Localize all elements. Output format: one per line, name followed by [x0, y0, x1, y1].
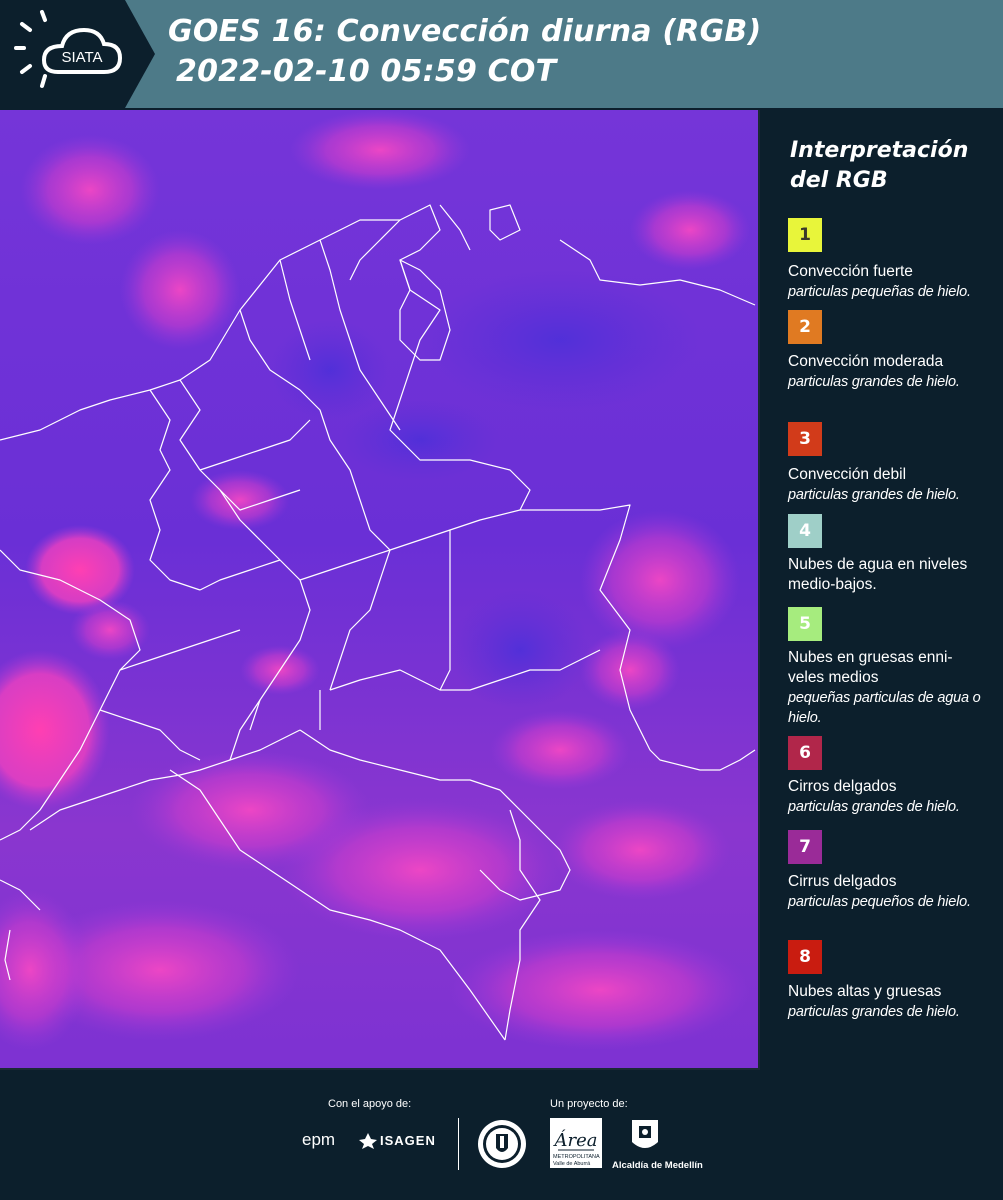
legend-swatch-3: 3 — [788, 422, 822, 456]
header-bar: SIATA GOES 16: Convección diurna (RGB) 2… — [0, 0, 1003, 108]
legend-panel: Interpretación del RGB 1 Convección fuer… — [762, 110, 1003, 1068]
epm-logo[interactable]: epm — [302, 1130, 335, 1150]
alcaldia-text: Alcaldía de Medellín — [612, 1160, 703, 1171]
legend-item-name-6: Cirros delgados — [788, 778, 897, 795]
legend-item-name-1: Convección fuerte — [788, 263, 913, 280]
legend-item-desc-2: particulas grandes de hielo. — [788, 374, 960, 390]
siata-logo: SIATA — [0, 0, 155, 108]
legend-title-line2: del RGB — [790, 168, 888, 193]
legend-swatch-7: 7 — [788, 830, 822, 864]
isagen-icon — [358, 1132, 378, 1154]
legend-item-name-7: Cirrus delgados — [788, 873, 897, 890]
legend-number-3: 3 — [799, 429, 811, 449]
footer: Con el apoyo de: Un proyecto de: epm ISA… — [0, 1070, 1003, 1200]
svg-text:SIATA: SIATA — [61, 49, 102, 66]
legend-number-5: 5 — [799, 614, 811, 634]
legend-title-line1: Interpretación — [790, 138, 969, 163]
legend-title: Interpretación del RGB — [790, 136, 990, 196]
legend-item-desc-5: pequeñas particulas de agua o hielo. — [788, 690, 981, 726]
legend-number-1: 1 — [799, 225, 811, 245]
legend-item-desc-6: particulas grandes de hielo. — [788, 799, 960, 815]
legend-number-2: 2 — [799, 317, 811, 337]
legend-item-desc-3: particulas grandes de hielo. — [788, 487, 960, 503]
legend-item-desc-7: particulas pequeños de hielo. — [788, 894, 971, 910]
legend-number-7: 7 — [799, 837, 811, 857]
legend-item-name-3: Convección debil — [788, 466, 907, 483]
legend-swatch-1: 1 — [788, 218, 822, 252]
legend-swatch-6: 6 — [788, 736, 822, 770]
legend-swatch-5: 5 — [788, 607, 822, 641]
legend-swatch-2: 2 — [788, 310, 822, 344]
legend-item-name-2: Convección moderada — [788, 353, 944, 370]
page-subtitle-datetime: 2022-02-10 05:59 COT — [176, 54, 557, 89]
legend-swatch-8: 8 — [788, 940, 822, 974]
legend-item-name-5: Nubes en gruesas enni-veles medios — [788, 649, 953, 686]
area-metropolitana-caption: METROPOLITANA Valle de Aburrá — [553, 1154, 600, 1167]
legend-number-8: 8 — [799, 947, 811, 967]
legend-number-4: 4 — [799, 521, 811, 541]
legend-item-desc-8: particulas grandes de hielo. — [788, 1004, 960, 1020]
page-title: GOES 16: Convección diurna (RGB) — [168, 14, 762, 49]
isagen-logo[interactable]: ISAGEN — [380, 1133, 436, 1148]
project-label: Un proyecto de: — [550, 1098, 628, 1110]
legend-swatch-4: 4 — [788, 514, 822, 548]
satellite-map[interactable] — [0, 110, 758, 1068]
svg-text:Área: Área — [553, 1128, 598, 1151]
university-seal-logo[interactable] — [476, 1118, 528, 1174]
support-label: Con el apoyo de: — [328, 1098, 412, 1110]
legend-item-desc-1: particulas pequeñas de hielo. — [788, 284, 971, 300]
legend-item-name-4: Nubes de agua en niveles medio-bajos. — [788, 556, 968, 593]
footer-divider — [458, 1118, 459, 1170]
legend-number-6: 6 — [799, 743, 811, 763]
alcaldia-shield-logo[interactable] — [630, 1118, 660, 1160]
legend-item-name-8: Nubes altas y gruesas — [788, 983, 942, 1000]
